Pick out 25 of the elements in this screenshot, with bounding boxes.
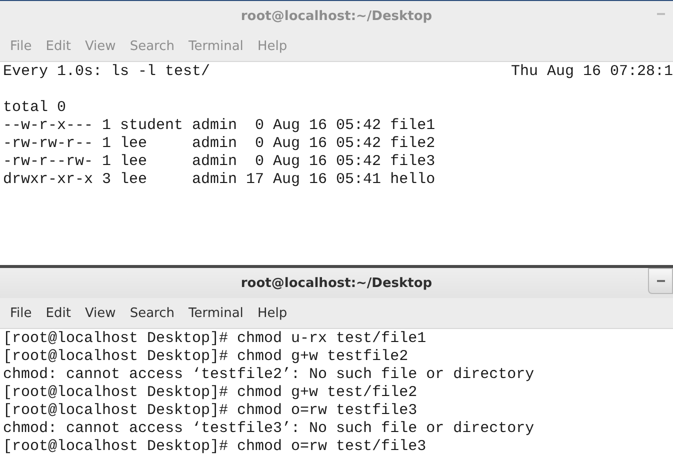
terminal-line: drwxr-xr-x 3 lee admin 17 Aug 16 05:41 hello [3, 171, 436, 189]
window-title: root@localhost:~/Desktop [240, 276, 432, 290]
minimize-icon [656, 280, 664, 282]
terminal-line: [root@localhost Desktop]# chmod g+w testfile2 [3, 348, 410, 366]
minimize-button[interactable] [648, 268, 673, 294]
minimize-icon [656, 13, 664, 15]
terminal-line: -rw-rw-r-- 1 lee admin 0 Aug 16 05:42 file2 [3, 135, 436, 153]
terminal-timestamp: Thu Aug 16 07:28:1 [510, 63, 673, 81]
terminal-line: --w-r-x--- 1 student admin 0 Aug 16 05:42 file1 [3, 117, 436, 135]
terminal-line: [root@localhost Desktop]# chmod g+w test/file2 [3, 384, 418, 402]
menu-item[interactable]: Help [250, 306, 294, 320]
terminal-line: chmod: cannot access ‘testfile3’: No such file or directory [3, 420, 536, 438]
menu-item[interactable]: Terminal [181, 306, 250, 320]
menu-item[interactable]: Search [122, 306, 182, 320]
terminal-line: -rw-r--rw- 1 lee admin 0 Aug 16 05:42 file3 [3, 153, 436, 171]
terminal-line: total 0 [3, 99, 68, 117]
terminal-line: [root@localhost Desktop]# chmod o=rw test/file3 [3, 438, 428, 456]
menu-item[interactable]: View [78, 306, 123, 320]
terminal-line: [root@localhost Desktop]# chmod o=rw testfile3 [3, 402, 418, 420]
terminal-line: Every 1.0s: ls -l test/ [3, 63, 210, 81]
menu-item[interactable]: File [3, 306, 39, 320]
terminal-line: chmod: cannot access ‘testfile2’: No such file or directory [3, 366, 536, 384]
window-title: root@localhost:~/Desktop [240, 8, 432, 24]
terminal-line: [root@localhost Desktop]# chmod u-rx test/file1 [3, 330, 428, 348]
menu-item[interactable]: Edit [38, 306, 78, 320]
